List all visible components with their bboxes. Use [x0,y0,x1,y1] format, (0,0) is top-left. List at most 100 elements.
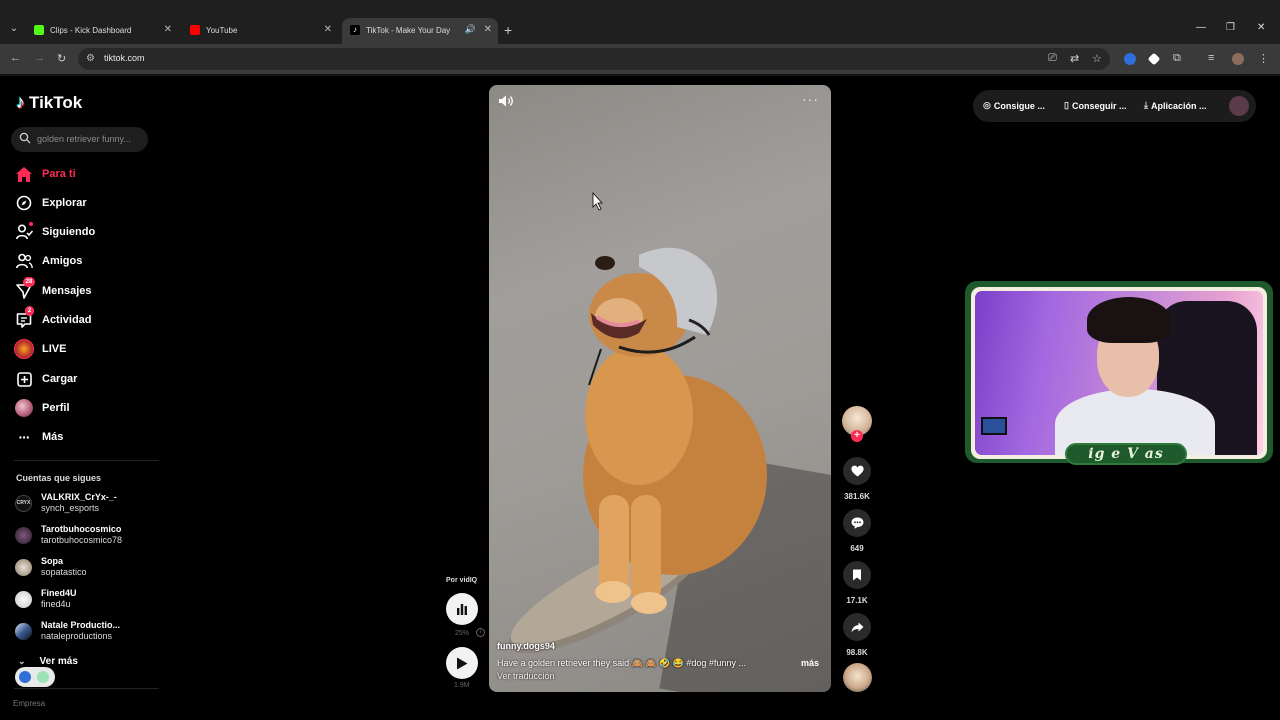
vidiq-stats-button[interactable] [446,593,478,625]
bookmark-icon [853,569,861,581]
tiktok-logo[interactable]: ♪ TikTok [16,92,82,113]
notification-dot [29,222,33,226]
comment-button[interactable] [843,509,871,537]
extension-icon[interactable] [19,671,31,683]
close-window-icon[interactable]: ✕ [1257,22,1265,33]
account-avatar [15,526,32,544]
translate-icon[interactable]: ⇄ [1070,52,1079,65]
more-options-icon[interactable]: ··· [802,91,819,107]
tab-audio-icon[interactable]: 🔊 [465,24,476,35]
comment-icon [851,517,863,529]
video-caption: Have a golden retriever they said 🙈 🙈 🤣 … [497,658,746,668]
divider [14,688,159,689]
play-icon [457,657,468,669]
get-coins-button[interactable]: ◎ Consigue ... [983,100,1045,111]
nav-activity[interactable]: 2 Actividad [14,306,92,331]
tab-kick[interactable]: Clips - Kick Dashboard ✕ [26,19,178,41]
tab-tiktok[interactable]: ♪ TikTok - Make Your Day 🔊 ✕ [342,18,498,44]
reload-icon[interactable]: ↻ [57,52,66,65]
video-frame-golden-retriever [508,191,767,654]
like-button[interactable] [843,457,871,485]
following-account[interactable]: Tarotbuhocosmico tarotbuhocosmico78 [15,524,122,546]
floating-extension-buttons[interactable] [15,667,55,687]
see-translation-link[interactable]: Ver traducción [497,671,555,681]
follow-plus-icon[interactable]: + [851,430,863,442]
site-info-icon[interactable]: ⚙ [86,53,95,64]
save-button[interactable] [843,561,871,589]
nav-more[interactable]: ··· Más [14,426,64,448]
profile-avatar[interactable] [1232,53,1244,65]
following-account[interactable]: Sopa sopatastico [15,556,87,578]
nav-live[interactable]: LIVE [14,338,66,360]
extension-icon[interactable] [1124,53,1136,65]
search-icon [19,132,31,144]
footer-link[interactable]: Empresa [13,699,45,708]
following-account[interactable]: Natale Productio... nataleproductions [15,620,120,642]
close-tab-icon[interactable]: ✕ [164,24,172,35]
nav-upload[interactable]: Cargar [14,368,77,390]
kick-favicon-icon [34,25,44,35]
search-input[interactable]: golden retriever funny... [11,127,148,152]
see-more-button[interactable]: ⌄ Ver más [18,656,78,667]
video-player[interactable]: ··· funny.dogs94 Have a golden retriever… [489,85,831,692]
tab-search-button[interactable]: ⌄ [6,21,22,37]
pill-label: Consigue ... [993,100,1045,111]
webcam-overlay: ig e V as [965,281,1273,465]
saves-count: 17.1K [846,596,868,605]
user-avatar[interactable] [1229,96,1249,116]
youtube-favicon-icon [190,25,200,35]
restore-icon[interactable]: ❐ [1226,22,1235,33]
download-app-button[interactable]: ⤓ Aplicación ... [1144,100,1207,111]
install-app-icon[interactable]: ⎚ [1048,52,1057,65]
forward-icon[interactable]: → [34,52,45,64]
compass-icon [14,193,34,213]
nav-following[interactable]: Siguiendo [14,221,95,243]
search-placeholder: golden retriever funny... [37,134,131,144]
close-tab-icon[interactable]: ✕ [324,24,332,35]
tab-youtube[interactable]: YouTube ✕ [182,19,338,41]
video-author[interactable]: funny.dogs94 [497,641,555,651]
extensions-puzzle-icon[interactable]: ⧉ [1173,52,1181,65]
info-icon[interactable]: i [476,628,485,637]
account-avatar [15,558,32,576]
nav-messages[interactable]: 28 Mensajes [14,277,92,302]
media-controls-icon[interactable]: ≡ [1208,52,1214,64]
account-name: Sopa [41,556,64,566]
shares-count: 98.8K [846,648,868,657]
nav-for-you[interactable]: Para ti [14,163,76,185]
browser-menu-icon[interactable]: ⋮ [1258,52,1269,65]
minimize-icon[interactable]: — [1196,22,1206,33]
extension-icon[interactable] [37,671,49,683]
new-tab-button[interactable]: + [504,22,512,38]
back-icon[interactable]: ← [10,52,21,64]
nav-profile[interactable]: Perfil [14,397,70,419]
following-account[interactable]: Fined4U fined4u [15,588,77,610]
get-app-button[interactable]: ▯ Conseguir ... [1064,100,1126,111]
caption-more-button[interactable]: más [801,658,819,668]
nav-label: Siguiendo [42,226,96,238]
nav-label: LIVE [42,343,67,355]
webcam-frame [971,287,1267,459]
following-icon [14,222,34,242]
tiktok-favicon-icon: ♪ [350,25,360,35]
vidiq-play-button[interactable] [446,647,478,679]
nav-friends[interactable]: Amigos [14,250,82,272]
extension-icon[interactable] [1147,52,1161,66]
nav-label: Actividad [42,314,92,326]
nav-explore[interactable]: Explorar [14,192,87,214]
bookmark-star-icon[interactable]: ☆ [1092,52,1102,65]
address-bar[interactable]: ⚙ tiktok.com [78,48,1110,70]
sound-disc-icon[interactable] [843,663,872,692]
background-monitor [981,417,1007,435]
chevron-down-icon: ⌄ [18,656,26,666]
volume-icon[interactable] [498,94,514,108]
following-account[interactable]: CRYX VALKRIX_CrYx-_- synch_esports [15,492,117,514]
home-icon [14,164,34,184]
account-handle: tarotbuhocosmico78 [41,535,123,545]
download-icon: ⤓ [1144,100,1148,110]
close-tab-icon[interactable]: ✕ [484,24,492,35]
logo-text: TikTok [29,92,83,112]
share-button[interactable] [843,613,871,641]
tab-title: Clips - Kick Dashboard [50,25,132,35]
tab-title: YouTube [206,25,238,35]
